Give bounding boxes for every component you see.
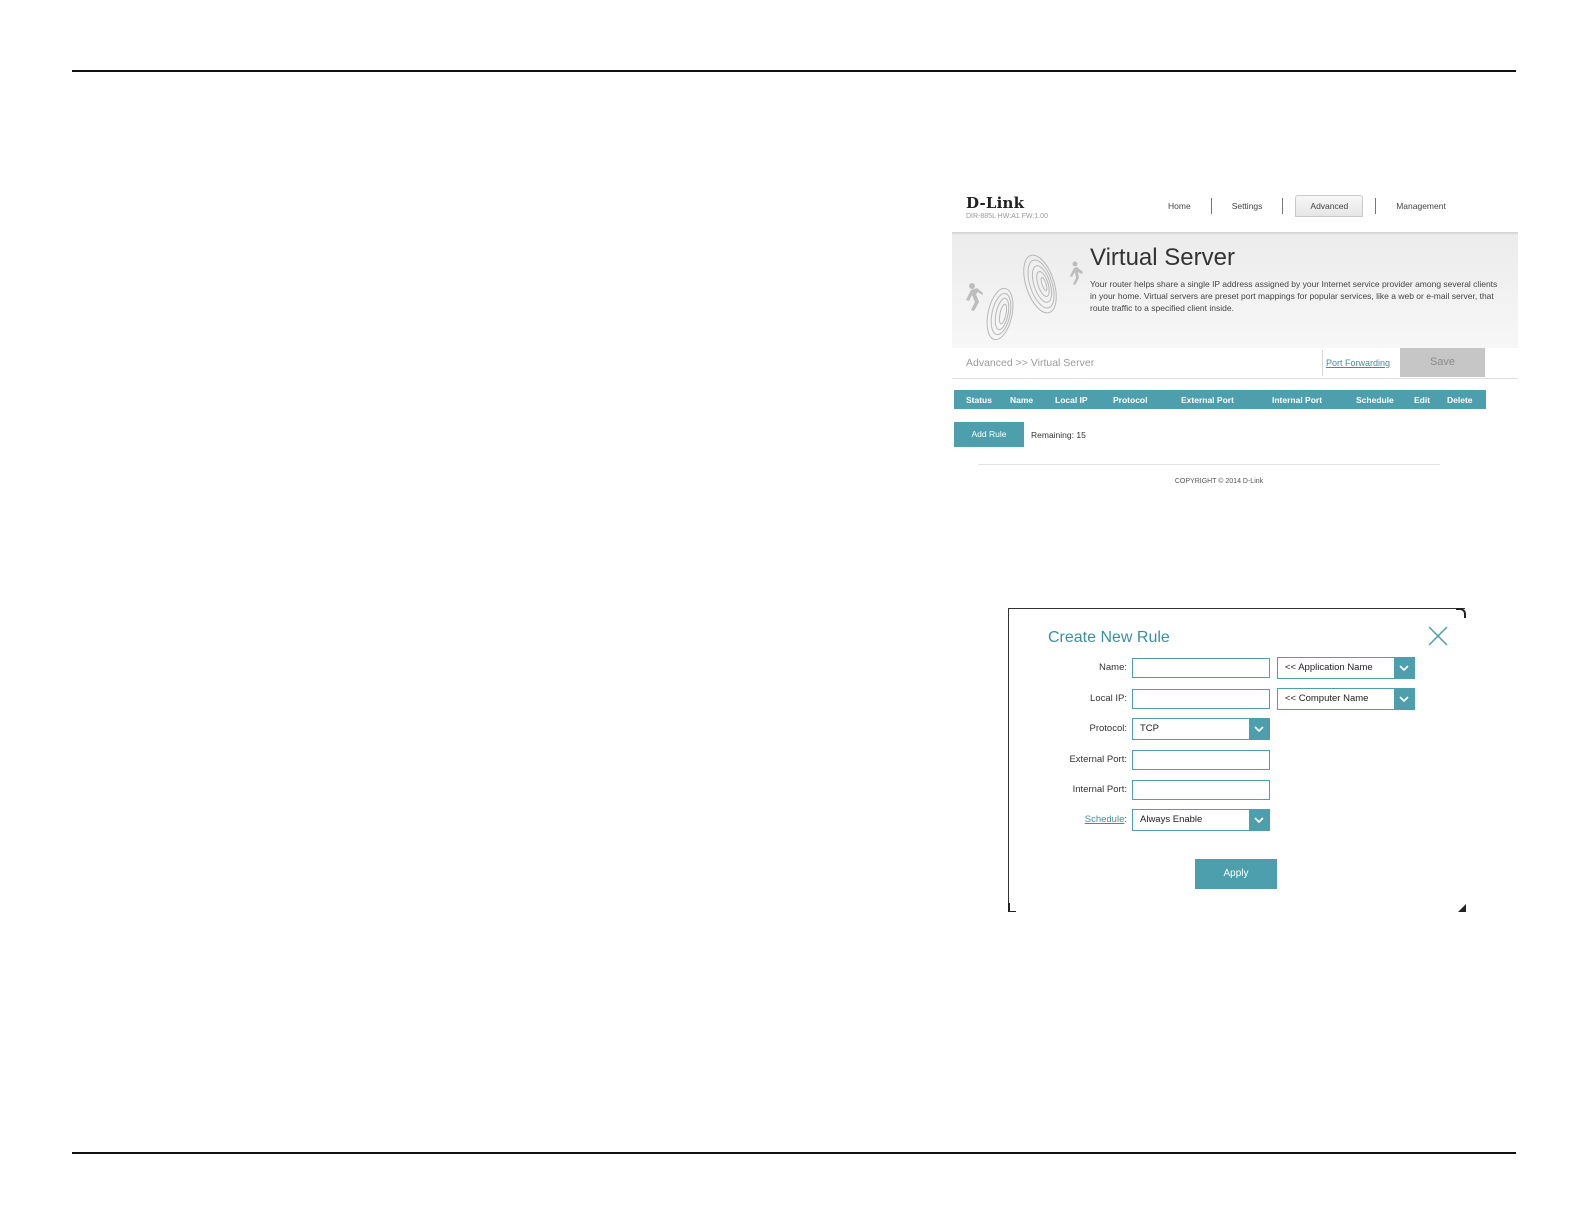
- col-external-port: External Port: [1181, 395, 1234, 405]
- protocol-label: Protocol:: [1089, 723, 1128, 734]
- top-rule: [72, 70, 1516, 72]
- breadcrumb: Advanced >> Virtual Server: [966, 357, 1095, 369]
- computer-name-select[interactable]: << Computer Name: [1277, 688, 1415, 710]
- internal-port-label: Internal Port:: [1072, 784, 1127, 795]
- local-ip-input[interactable]: [1132, 689, 1270, 709]
- application-name-select[interactable]: << Application Name: [1277, 657, 1415, 679]
- bottom-rule: [72, 1152, 1516, 1154]
- dialog-corner: [1008, 903, 1016, 912]
- schedule-row: Schedule: Always Enable: [1009, 809, 1465, 831]
- nav-advanced[interactable]: Advanced: [1295, 195, 1364, 217]
- local-ip-row: Local IP: << Computer Name: [1009, 688, 1465, 710]
- virtual-server-illustration-icon: [966, 254, 1083, 341]
- nav-home[interactable]: Home: [1148, 195, 1211, 217]
- col-local-ip: Local IP: [1055, 395, 1088, 405]
- local-ip-label: Local IP:: [1090, 693, 1127, 704]
- dialog-corner: [1456, 608, 1466, 618]
- nav-separator: [1282, 198, 1284, 214]
- schedule-link[interactable]: Schedule: [1085, 814, 1125, 825]
- create-rule-dialog: Create New Rule Name: << Application Nam…: [1008, 608, 1466, 912]
- chevron-down-icon[interactable]: [1249, 810, 1269, 830]
- footer-divider: [978, 464, 1440, 465]
- name-row: Name: << Application Name: [1009, 657, 1465, 679]
- col-status: Status: [966, 395, 992, 405]
- col-internal-port: Internal Port: [1272, 395, 1323, 405]
- page-banner: Virtual Server Your router helps share a…: [952, 236, 1518, 348]
- page-title: Virtual Server: [1090, 244, 1235, 271]
- internal-port-input[interactable]: [1132, 780, 1270, 800]
- port-forwarding-link[interactable]: Port Forwarding: [1326, 358, 1390, 368]
- schedule-value: Always Enable: [1140, 814, 1203, 825]
- dialog-corner: [1458, 904, 1466, 912]
- computer-name-value: << Computer Name: [1285, 693, 1369, 704]
- copyright: COPYRIGHT © 2014 D-Link: [1174, 478, 1264, 485]
- col-name: Name: [1010, 395, 1034, 405]
- protocol-select[interactable]: TCP: [1132, 718, 1270, 740]
- router-screenshot: D-Link DIR-885L HW:A1 FW:1.00 Home Setti…: [952, 188, 1518, 508]
- external-port-row: External Port:: [1009, 749, 1465, 771]
- name-label: Name:: [1099, 662, 1127, 673]
- chevron-down-icon[interactable]: [1394, 658, 1414, 678]
- save-button[interactable]: Save: [1400, 348, 1485, 377]
- schedule-select[interactable]: Always Enable: [1132, 809, 1270, 831]
- dlink-logo: D-Link: [966, 194, 1025, 212]
- top-nav: Home Settings Advanced Management: [1148, 195, 1466, 217]
- application-name-value: << Application Name: [1285, 662, 1373, 673]
- col-delete: Delete: [1447, 395, 1473, 405]
- col-protocol: Protocol: [1113, 395, 1148, 405]
- close-icon[interactable]: [1427, 625, 1449, 647]
- rules-table-header: Status Name Local IP Protocol External P…: [954, 390, 1486, 409]
- apply-button[interactable]: Apply: [1195, 859, 1277, 889]
- model-info: DIR-885L HW:A1 FW:1.00: [966, 213, 1048, 220]
- col-edit: Edit: [1414, 395, 1431, 405]
- manual-page: D-Link DIR-885L HW:A1 FW:1.00 Home Setti…: [0, 0, 1584, 1224]
- add-rule-button[interactable]: Add Rule: [954, 422, 1024, 447]
- dialog-title: Create New Rule: [1048, 629, 1170, 646]
- remaining-count: Remaining: 15: [1031, 430, 1086, 440]
- protocol-row: Protocol: TCP: [1009, 718, 1465, 740]
- name-input[interactable]: [1132, 658, 1270, 678]
- breadcrumb-bar: Advanced >> Virtual Server Port Forwardi…: [952, 348, 1518, 379]
- router-header: D-Link DIR-885L HW:A1 FW:1.00 Home Setti…: [952, 188, 1518, 236]
- internal-port-row: Internal Port:: [1009, 779, 1465, 801]
- chevron-down-icon[interactable]: [1249, 719, 1269, 739]
- nav-settings[interactable]: Settings: [1212, 195, 1283, 217]
- page-description: Your router helps share a single IP addr…: [1090, 279, 1498, 313]
- external-port-label: External Port:: [1069, 754, 1127, 765]
- nav-management[interactable]: Management: [1376, 195, 1466, 217]
- chevron-down-icon[interactable]: [1394, 689, 1414, 709]
- col-schedule: Schedule: [1356, 395, 1394, 405]
- schedule-label: Schedule:: [1084, 814, 1127, 825]
- protocol-value: TCP: [1140, 723, 1159, 734]
- breadcrumb-divider: [1322, 350, 1323, 376]
- external-port-input[interactable]: [1132, 750, 1270, 770]
